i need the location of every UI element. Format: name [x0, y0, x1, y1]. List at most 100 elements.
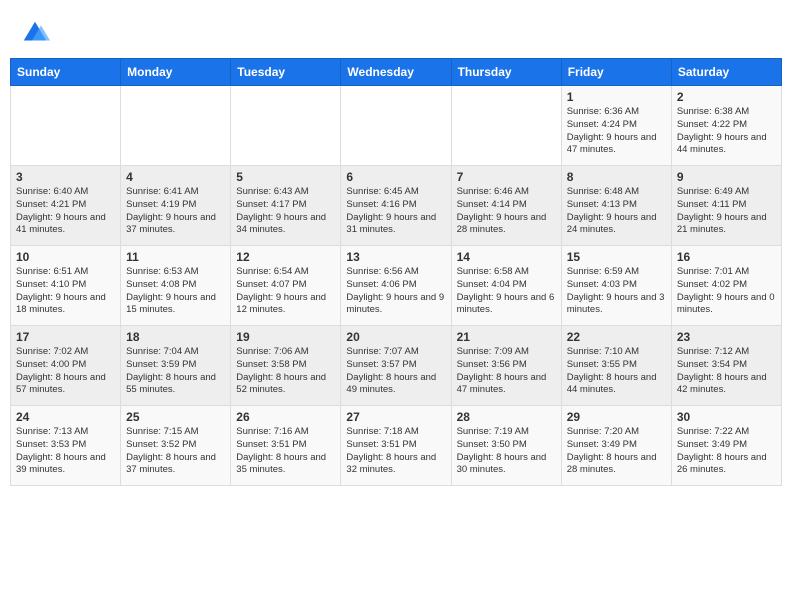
header-cell-saturday: Saturday	[671, 59, 781, 86]
day-number: 3	[16, 170, 115, 184]
day-info: Sunrise: 7:06 AM Sunset: 3:58 PM Dayligh…	[236, 346, 335, 397]
day-info: Sunrise: 6:51 AM Sunset: 4:10 PM Dayligh…	[16, 266, 115, 317]
day-cell: 25Sunrise: 7:15 AM Sunset: 3:52 PM Dayli…	[121, 406, 231, 486]
day-cell: 26 Sunrise: 7:16 AM Sunset: 3:51 PM Dayli…	[231, 406, 341, 486]
header-cell-wednesday: Wednesday	[341, 59, 451, 86]
day-cell: 29Sunrise: 7:20 AM Sunset: 3:49 PM Dayli…	[561, 406, 671, 486]
day-info: Sunrise: 7:10 AM Sunset: 3:55 PM Dayligh…	[567, 346, 666, 397]
day-number: 28	[457, 410, 556, 424]
header-cell-tuesday: Tuesday	[231, 59, 341, 86]
day-cell: 16Sunrise: 7:01 AM Sunset: 4:02 PM Dayli…	[671, 246, 781, 326]
day-number: 21	[457, 330, 556, 344]
header-cell-thursday: Thursday	[451, 59, 561, 86]
day-cell: 6 Sunrise: 6:45 AM Sunset: 4:16 PM Daylig…	[341, 166, 451, 246]
week-row-4: 17 Sunrise: 7:02 AM Sunset: 4:00 PM Dayli…	[11, 326, 782, 406]
calendar-body: 1Sunrise: 6:36 AM Sunset: 4:24 PM Daylig…	[11, 86, 782, 486]
day-info: Sunrise: 6:40 AM Sunset: 4:21 PM Dayligh…	[16, 186, 115, 237]
day-info: Sunrise: 7:22 AM Sunset: 3:49 PM Dayligh…	[677, 426, 776, 477]
day-number: 30	[677, 410, 776, 424]
day-cell: 18 Sunrise: 7:04 AM Sunset: 3:59 PM Dayli…	[121, 326, 231, 406]
day-number: 6	[346, 170, 445, 184]
day-info: Sunrise: 6:43 AM Sunset: 4:17 PM Dayligh…	[236, 186, 335, 237]
header-cell-sunday: Sunday	[11, 59, 121, 86]
header-cell-friday: Friday	[561, 59, 671, 86]
day-number: 27	[346, 410, 445, 424]
day-info: Sunrise: 7:02 AM Sunset: 4:00 PM Dayligh…	[16, 346, 115, 397]
day-cell: 24 Sunrise: 7:13 AM Sunset: 3:53 PM Dayli…	[11, 406, 121, 486]
header-row: SundayMondayTuesdayWednesdayThursdayFrid…	[11, 59, 782, 86]
day-number: 5	[236, 170, 335, 184]
day-info: Sunrise: 7:19 AM Sunset: 3:50 PM Dayligh…	[457, 426, 556, 477]
day-cell: 11 Sunrise: 6:53 AM Sunset: 4:08 PM Dayli…	[121, 246, 231, 326]
day-info: Sunrise: 6:48 AM Sunset: 4:13 PM Dayligh…	[567, 186, 666, 237]
day-number: 2	[677, 90, 776, 104]
calendar-wrapper: SundayMondayTuesdayWednesdayThursdayFrid…	[0, 58, 792, 496]
day-info: Sunrise: 6:46 AM Sunset: 4:14 PM Dayligh…	[457, 186, 556, 237]
day-number: 13	[346, 250, 445, 264]
day-info: Sunrise: 7:16 AM Sunset: 3:51 PM Dayligh…	[236, 426, 335, 477]
day-cell: 5 Sunrise: 6:43 AM Sunset: 4:17 PM Daylig…	[231, 166, 341, 246]
day-number: 26	[236, 410, 335, 424]
day-cell: 17 Sunrise: 7:02 AM Sunset: 4:00 PM Dayli…	[11, 326, 121, 406]
day-cell: 10 Sunrise: 6:51 AM Sunset: 4:10 PM Dayli…	[11, 246, 121, 326]
day-number: 15	[567, 250, 666, 264]
day-cell: 8 Sunrise: 6:48 AM Sunset: 4:13 PM Daylig…	[561, 166, 671, 246]
day-info: Sunrise: 6:45 AM Sunset: 4:16 PM Dayligh…	[346, 186, 445, 237]
day-info: Sunrise: 6:36 AM Sunset: 4:24 PM Dayligh…	[567, 106, 666, 157]
day-cell: 1Sunrise: 6:36 AM Sunset: 4:24 PM Daylig…	[561, 86, 671, 166]
day-cell: 3 Sunrise: 6:40 AM Sunset: 4:21 PM Daylig…	[11, 166, 121, 246]
day-info: Sunrise: 7:18 AM Sunset: 3:51 PM Dayligh…	[346, 426, 445, 477]
day-info: Sunrise: 7:13 AM Sunset: 3:53 PM Dayligh…	[16, 426, 115, 477]
day-number: 17	[16, 330, 115, 344]
day-number: 20	[346, 330, 445, 344]
day-info: Sunrise: 6:41 AM Sunset: 4:19 PM Dayligh…	[126, 186, 225, 237]
day-info: Sunrise: 7:07 AM Sunset: 3:57 PM Dayligh…	[346, 346, 445, 397]
day-cell: 30 Sunrise: 7:22 AM Sunset: 3:49 PM Dayli…	[671, 406, 781, 486]
day-cell: 2 Sunrise: 6:38 AM Sunset: 4:22 PM Daylig…	[671, 86, 781, 166]
day-number: 8	[567, 170, 666, 184]
day-number: 7	[457, 170, 556, 184]
day-number: 24	[16, 410, 115, 424]
day-number: 10	[16, 250, 115, 264]
day-cell	[11, 86, 121, 166]
week-row-2: 3 Sunrise: 6:40 AM Sunset: 4:21 PM Daylig…	[11, 166, 782, 246]
day-cell: 27 Sunrise: 7:18 AM Sunset: 3:51 PM Dayli…	[341, 406, 451, 486]
calendar-table: SundayMondayTuesdayWednesdayThursdayFrid…	[10, 58, 782, 486]
day-number: 9	[677, 170, 776, 184]
day-cell	[341, 86, 451, 166]
day-info: Sunrise: 6:54 AM Sunset: 4:07 PM Dayligh…	[236, 266, 335, 317]
day-cell: 28 Sunrise: 7:19 AM Sunset: 3:50 PM Dayli…	[451, 406, 561, 486]
day-cell: 13Sunrise: 6:56 AM Sunset: 4:06 PM Dayli…	[341, 246, 451, 326]
day-number: 23	[677, 330, 776, 344]
day-number: 18	[126, 330, 225, 344]
week-row-5: 24 Sunrise: 7:13 AM Sunset: 3:53 PM Dayli…	[11, 406, 782, 486]
day-cell	[451, 86, 561, 166]
day-info: Sunrise: 6:38 AM Sunset: 4:22 PM Dayligh…	[677, 106, 776, 157]
day-cell: 22 Sunrise: 7:10 AM Sunset: 3:55 PM Dayli…	[561, 326, 671, 406]
day-cell: 12Sunrise: 6:54 AM Sunset: 4:07 PM Dayli…	[231, 246, 341, 326]
day-info: Sunrise: 6:49 AM Sunset: 4:11 PM Dayligh…	[677, 186, 776, 237]
week-row-3: 10 Sunrise: 6:51 AM Sunset: 4:10 PM Dayli…	[11, 246, 782, 326]
day-cell: 4 Sunrise: 6:41 AM Sunset: 4:19 PM Daylig…	[121, 166, 231, 246]
day-cell: 21 Sunrise: 7:09 AM Sunset: 3:56 PM Dayli…	[451, 326, 561, 406]
logo	[20, 18, 54, 48]
day-info: Sunrise: 6:58 AM Sunset: 4:04 PM Dayligh…	[457, 266, 556, 317]
day-info: Sunrise: 7:01 AM Sunset: 4:02 PM Dayligh…	[677, 266, 776, 317]
day-cell: 23 Sunrise: 7:12 AM Sunset: 3:54 PM Dayli…	[671, 326, 781, 406]
week-row-1: 1Sunrise: 6:36 AM Sunset: 4:24 PM Daylig…	[11, 86, 782, 166]
day-number: 22	[567, 330, 666, 344]
day-number: 29	[567, 410, 666, 424]
day-cell: 20 Sunrise: 7:07 AM Sunset: 3:57 PM Dayli…	[341, 326, 451, 406]
day-info: Sunrise: 6:59 AM Sunset: 4:03 PM Dayligh…	[567, 266, 666, 317]
header	[0, 0, 792, 58]
day-number: 4	[126, 170, 225, 184]
day-info: Sunrise: 7:15 AM Sunset: 3:52 PM Dayligh…	[126, 426, 225, 477]
day-cell: 9 Sunrise: 6:49 AM Sunset: 4:11 PM Daylig…	[671, 166, 781, 246]
logo-icon	[20, 18, 50, 48]
day-info: Sunrise: 7:12 AM Sunset: 3:54 PM Dayligh…	[677, 346, 776, 397]
day-info: Sunrise: 7:09 AM Sunset: 3:56 PM Dayligh…	[457, 346, 556, 397]
day-number: 19	[236, 330, 335, 344]
day-info: Sunrise: 7:04 AM Sunset: 3:59 PM Dayligh…	[126, 346, 225, 397]
day-info: Sunrise: 6:53 AM Sunset: 4:08 PM Dayligh…	[126, 266, 225, 317]
day-number: 11	[126, 250, 225, 264]
